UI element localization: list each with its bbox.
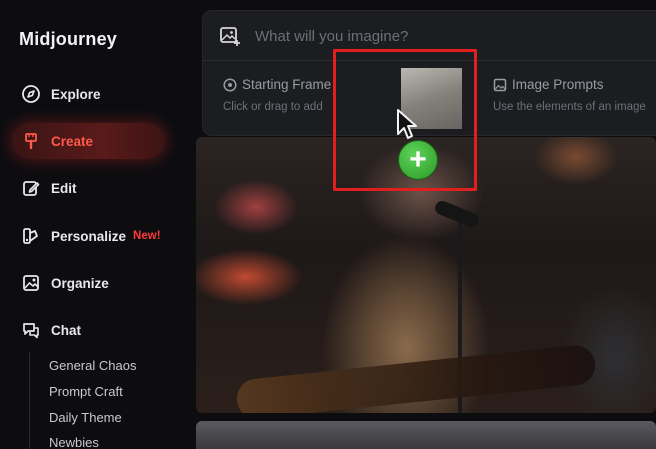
sidebar-item-organize[interactable]: Organize: [12, 265, 165, 301]
sidebar-item-create[interactable]: Create: [12, 123, 165, 159]
image-prompts-option[interactable]: Image Prompts: [493, 77, 604, 92]
image-icon: [493, 78, 507, 92]
add-image-icon[interactable]: [219, 25, 241, 47]
sidebar-item-chat[interactable]: Chat: [12, 312, 165, 348]
edit-icon: [21, 178, 41, 198]
chat-room-daily-theme[interactable]: Daily Theme: [49, 410, 122, 425]
image-icon: [21, 273, 41, 293]
starting-frame-label: Starting Frame: [242, 77, 332, 92]
sidebar-item-personalize[interactable]: Personalize New!: [12, 218, 165, 254]
sidebar: Midjourney Explore Create Edit Personali…: [0, 0, 190, 449]
brush-icon: [21, 131, 41, 151]
sidebar-item-label: Organize: [51, 275, 109, 291]
app-logo[interactable]: Midjourney: [19, 29, 117, 50]
palette-icon: [21, 226, 41, 246]
chat-room-newbies[interactable]: Newbies: [49, 435, 99, 449]
generated-image-next[interactable]: [196, 421, 656, 449]
image-prompts-description: Use the elements of an image: [493, 101, 646, 113]
sidebar-item-edit[interactable]: Edit: [12, 170, 165, 206]
prompt-input[interactable]: [255, 25, 655, 47]
guitar-shape: [234, 343, 598, 413]
sidebar-item-explore[interactable]: Explore: [12, 76, 165, 112]
sidebar-item-label: Edit: [51, 180, 77, 196]
starting-frame-option[interactable]: Starting Frame: [223, 77, 331, 92]
starting-frame-description: Click or drag to add: [223, 101, 323, 113]
add-plus-icon: +: [398, 140, 438, 180]
play-circle-icon: [223, 77, 237, 92]
chat-room-prompt-craft[interactable]: Prompt Craft: [49, 384, 123, 399]
cursor-arrow-icon: [396, 108, 422, 142]
sidebar-item-label: Personalize: [51, 228, 127, 244]
chat-icon: [21, 320, 41, 340]
sidebar-item-label: Create: [51, 133, 94, 149]
chat-tree-line: [29, 352, 30, 449]
chat-room-general-chaos[interactable]: General Chaos: [49, 358, 136, 373]
image-prompts-label: Image Prompts: [512, 77, 604, 92]
sidebar-item-label: Chat: [51, 322, 81, 338]
new-badge: New!: [133, 230, 161, 242]
microphone-shape: [433, 198, 481, 230]
sidebar-item-label: Explore: [51, 86, 101, 102]
compass-icon: [21, 84, 41, 104]
